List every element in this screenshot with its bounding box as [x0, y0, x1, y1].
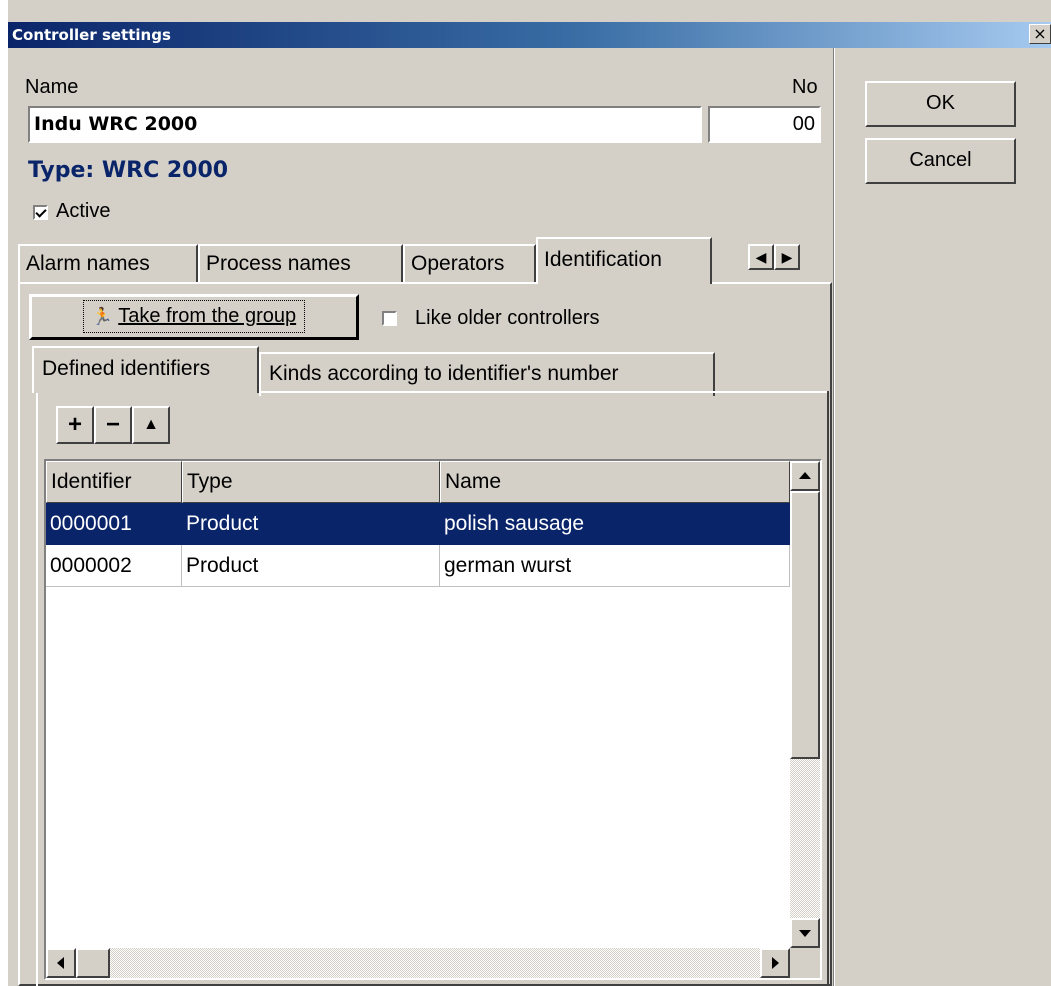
subtab-kinds-by-number[interactable]: Kinds according to identifier's number: [259, 352, 715, 396]
close-button[interactable]: ×: [1029, 24, 1051, 44]
no-label: No: [792, 76, 818, 98]
active-checkbox[interactable]: [33, 205, 48, 220]
add-button[interactable]: +: [56, 406, 94, 444]
active-label: Active: [56, 200, 111, 222]
tab-alarm-names[interactable]: Alarm names: [18, 244, 198, 283]
up-arrow-icon: ▲: [143, 416, 159, 433]
table-row[interactable]: 0000001 Product polish sausage: [46, 503, 790, 545]
remove-button[interactable]: −: [94, 406, 132, 444]
scroll-down-icon: [799, 930, 811, 937]
panel-divider: [833, 48, 834, 986]
tab-process-names[interactable]: Process names: [198, 244, 403, 283]
column-header-type[interactable]: Type: [182, 461, 440, 503]
cell-type: Product: [182, 503, 440, 545]
controller-settings-window: Controller settings × Name No Indu WRC 2…: [8, 0, 1051, 986]
vertical-scrollbar[interactable]: [790, 461, 820, 948]
subtab-defined-identifiers[interactable]: Defined identifiers: [32, 346, 259, 393]
right-arrow-icon: ▶: [781, 249, 793, 265]
column-header-name[interactable]: Name: [440, 461, 790, 503]
take-from-group-label: Take from the group: [118, 305, 297, 327]
cell-type: Product: [182, 545, 440, 587]
ok-button[interactable]: OK: [865, 81, 1016, 127]
cancel-button[interactable]: Cancel: [865, 138, 1016, 184]
cell-identifier: 0000001: [46, 503, 182, 545]
scroll-right-button[interactable]: [760, 948, 790, 978]
cell-name: polish sausage: [440, 503, 790, 545]
scroll-down-button[interactable]: [790, 918, 820, 948]
cell-identifier: 0000002: [46, 545, 182, 587]
name-label: Name: [25, 76, 79, 98]
scroll-right-icon: [772, 957, 779, 969]
move-up-button[interactable]: ▲: [132, 406, 170, 444]
plus-icon: +: [67, 411, 82, 438]
like-older-controllers-label: Like older controllers: [415, 307, 600, 329]
tab-scroll-left-button[interactable]: ◀: [748, 244, 774, 270]
tab-operators[interactable]: Operators: [403, 244, 536, 283]
scroll-left-icon: [57, 957, 64, 969]
scroll-up-icon: [799, 472, 811, 479]
column-header-identifier[interactable]: Identifier: [46, 461, 182, 503]
horizontal-scrollbar[interactable]: [46, 948, 790, 978]
scrollbar-corner: [790, 948, 820, 978]
horizontal-scroll-thumb[interactable]: [76, 948, 110, 978]
group-people-icon: 🏃: [91, 307, 114, 326]
identifiers-grid[interactable]: Identifier Type Name 0000001 Product pol…: [44, 459, 822, 980]
tab-scroll-right-button[interactable]: ▶: [774, 244, 800, 270]
tab-identification[interactable]: Identification: [536, 237, 712, 284]
minus-icon: −: [105, 411, 120, 438]
left-arrow-icon: ◀: [755, 249, 767, 265]
like-older-controllers-checkbox[interactable]: [382, 311, 397, 326]
ok-label: OK: [926, 92, 955, 114]
table-row[interactable]: 0000002 Product german wurst: [46, 545, 790, 587]
vertical-scroll-thumb[interactable]: [790, 491, 820, 759]
title-bar[interactable]: Controller settings ×: [8, 22, 1051, 48]
take-from-group-button[interactable]: 🏃 Take from the group: [29, 294, 359, 340]
no-field[interactable]: 00: [708, 106, 821, 143]
name-field[interactable]: Indu WRC 2000: [28, 106, 702, 143]
cell-name: german wurst: [440, 545, 790, 587]
cancel-label: Cancel: [909, 149, 972, 171]
window-title: Controller settings: [12, 26, 171, 44]
scroll-up-button[interactable]: [790, 461, 820, 491]
controller-type: Type: WRC 2000: [28, 158, 229, 183]
close-icon: ×: [1033, 24, 1047, 43]
scroll-left-button[interactable]: [46, 948, 76, 978]
